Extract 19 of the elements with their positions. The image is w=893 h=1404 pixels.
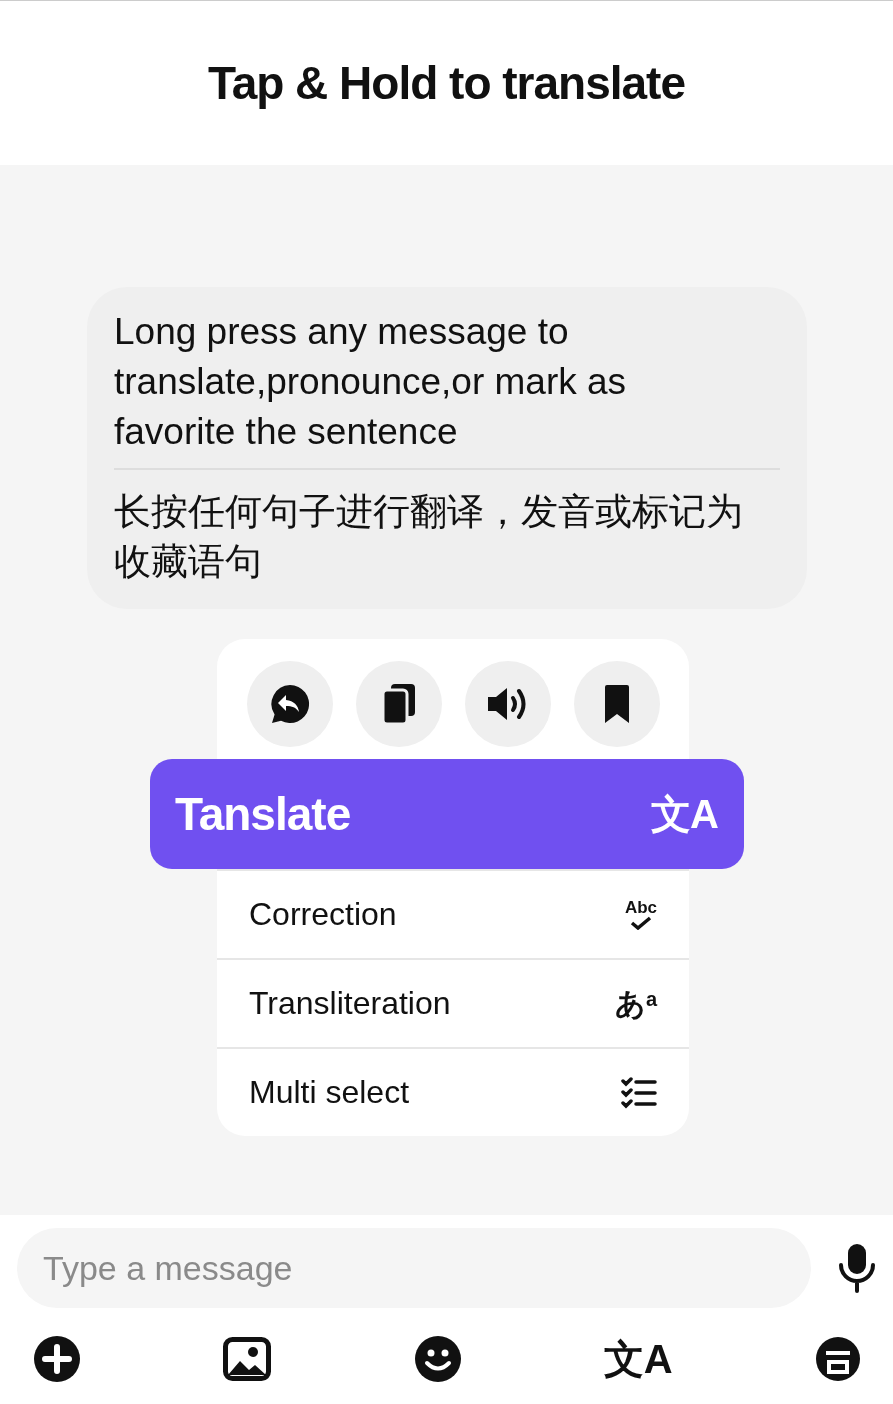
checklist-icon — [621, 1076, 657, 1109]
translate-icon[interactable]: 文A — [603, 1339, 673, 1379]
menu-item[interactable]: Transliteration あ$^{a}$ — [217, 958, 689, 1047]
add-icon[interactable] — [33, 1335, 81, 1383]
menu-item[interactable]: Multi select — [217, 1047, 689, 1136]
menu-item[interactable]: Correction Abc — [217, 869, 689, 958]
bookmark-icon — [603, 684, 630, 724]
microphone-icon[interactable] — [837, 1243, 877, 1293]
message-translation: 长按任何句子进行翻译，发音或标记为收藏语句 — [114, 490, 744, 584]
translate-menu-item[interactable]: Tanslate 文A — [150, 759, 744, 869]
message-input[interactable]: Type a message — [17, 1228, 811, 1308]
smiley-icon[interactable] — [413, 1335, 462, 1383]
message-text: Long press any message to translate,pronounce,or mark as favorite the sentence — [114, 310, 628, 454]
reply-icon — [268, 683, 311, 725]
translate-icon: 文A — [651, 786, 718, 842]
sticker-icon[interactable] — [814, 1336, 861, 1382]
image-icon[interactable] — [223, 1337, 272, 1381]
transliteration-icon: あ$^{a}$ — [614, 988, 657, 1019]
page-title: Tap & Hold to translate — [207, 56, 686, 110]
